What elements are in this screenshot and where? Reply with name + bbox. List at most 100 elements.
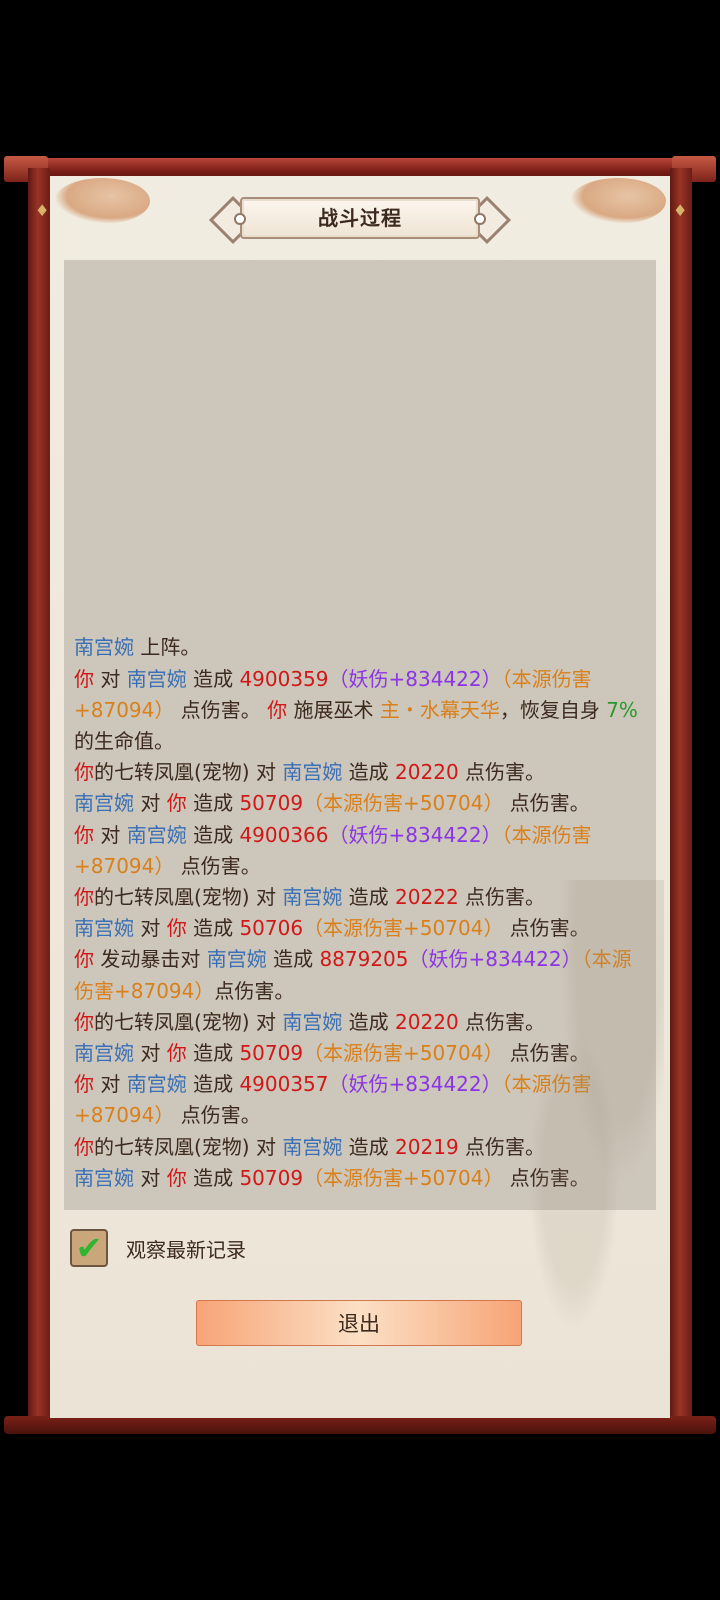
- log-entry: 南宫婉 上阵。: [74, 632, 646, 663]
- log-segment: 造成: [342, 1009, 396, 1034]
- battle-log-lines: 南宫婉 上阵。你 对 南宫婉 造成 4900359（妖伤+834422）（本源伤…: [74, 632, 646, 1194]
- log-segment: 你: [74, 1009, 94, 1034]
- log-segment: 造成: [186, 822, 240, 847]
- log-segment: 对: [134, 1040, 167, 1065]
- log-segment: 8879205: [319, 947, 409, 972]
- log-segment: 的七转凤凰(宠物) 对: [94, 1009, 283, 1034]
- log-segment: 造成: [186, 1040, 240, 1065]
- log-segment: 造成: [342, 1134, 396, 1159]
- log-segment: 南宫婉: [126, 666, 187, 691]
- log-entry: 南宫婉 对 你 造成 50709（本源伤害+50704） 点伤害。: [74, 1163, 646, 1194]
- log-segment: （妖伤+834422）: [408, 947, 582, 972]
- log-segment: 你: [74, 822, 94, 847]
- log-segment: （妖伤+834422）: [328, 666, 502, 691]
- log-segment: 南宫婉: [282, 1009, 343, 1034]
- log-segment: （本源伤害+50704）: [303, 1165, 504, 1190]
- log-segment: 你: [267, 697, 288, 722]
- log-segment: 4900366: [239, 822, 329, 847]
- log-segment: 发动暴击对: [94, 947, 207, 972]
- log-segment: 20220: [395, 1009, 459, 1034]
- log-segment: 南宫婉: [126, 822, 187, 847]
- log-segment: 南宫婉: [74, 635, 134, 660]
- frame-left-pillar: [28, 168, 50, 1424]
- log-entry: 南宫婉 对 你 造成 50706（本源伤害+50704） 点伤害。: [74, 913, 646, 944]
- frame-bottom-beam: [4, 1416, 716, 1434]
- log-segment: 点伤害。: [458, 1134, 546, 1159]
- log-segment: 20220: [395, 760, 459, 785]
- log-segment: 南宫婉: [74, 1165, 134, 1190]
- log-segment: 你: [166, 1165, 187, 1190]
- log-segment: 对: [94, 1072, 127, 1097]
- log-segment: 你: [74, 1072, 94, 1097]
- log-entry: 南宫婉 对 你 造成 50709（本源伤害+50704） 点伤害。: [74, 788, 646, 819]
- watch-latest-option[interactable]: ✔ 观察最新记录: [70, 1226, 246, 1270]
- log-segment: 点伤害。: [214, 978, 295, 1003]
- log-segment: 点伤害。: [174, 1103, 261, 1128]
- log-segment: （本源伤害+50704）: [303, 916, 504, 941]
- log-segment: ，恢复自身: [499, 697, 607, 722]
- log-segment: 造成: [186, 916, 240, 941]
- log-segment: 造成: [342, 760, 396, 785]
- log-entry: 你 对 南宫婉 造成 4900359（妖伤+834422）（本源伤害+87094…: [74, 664, 646, 758]
- log-segment: 20222: [395, 884, 459, 909]
- page-title: 战斗过程: [318, 206, 402, 230]
- log-segment: （本源伤害+50704）: [303, 1040, 504, 1065]
- log-segment: 的七转凤凰(宠物) 对: [94, 884, 283, 909]
- log-segment: 点伤害。: [174, 697, 268, 722]
- log-segment: 20219: [395, 1134, 459, 1159]
- log-segment: 上阵。: [134, 635, 201, 660]
- log-segment: 南宫婉: [74, 1040, 134, 1065]
- log-segment: （妖伤+834422）: [328, 822, 502, 847]
- log-entry: 你 发动暴击对 南宫婉 造成 8879205（妖伤+834422）（本源伤害+8…: [74, 944, 646, 1006]
- log-segment: 对: [134, 1165, 167, 1190]
- log-segment: 南宫婉: [74, 916, 134, 941]
- log-segment: 点伤害。: [174, 853, 261, 878]
- log-segment: 南宫婉: [282, 760, 343, 785]
- title-plate: 战斗过程: [208, 195, 512, 245]
- exit-button[interactable]: 退出: [196, 1300, 522, 1346]
- log-segment: 你: [74, 947, 94, 972]
- watch-latest-checkbox[interactable]: ✔: [70, 1229, 108, 1267]
- log-segment: 南宫婉: [126, 1072, 187, 1097]
- log-entry: 你 对 南宫婉 造成 4900357（妖伤+834422）（本源伤害+87094…: [74, 1069, 646, 1131]
- log-segment: 造成: [342, 884, 396, 909]
- log-segment: 7%: [606, 697, 638, 722]
- log-segment: 的生命值。: [74, 728, 174, 753]
- watch-latest-label: 观察最新记录: [126, 1237, 246, 1262]
- log-segment: 50709: [239, 1165, 304, 1190]
- log-entry: 你的七转凤凰(宠物) 对 南宫婉 造成 20222 点伤害。: [74, 882, 646, 913]
- log-segment: 4900357: [239, 1072, 329, 1097]
- battle-log[interactable]: 南宫婉 上阵。你 对 南宫婉 造成 4900359（妖伤+834422）（本源伤…: [64, 260, 656, 1210]
- log-segment: 对: [94, 666, 127, 691]
- log-segment: 对: [134, 916, 167, 941]
- log-segment: 的七转凤凰(宠物) 对: [94, 1134, 283, 1159]
- log-segment: 对: [134, 791, 167, 816]
- log-segment: 造成: [186, 1165, 240, 1190]
- log-segment: 南宫婉: [74, 791, 134, 816]
- log-segment: 点伤害。: [458, 1009, 546, 1034]
- log-segment: 点伤害。: [458, 884, 546, 909]
- checkmark-icon: ✔: [75, 1229, 103, 1267]
- log-segment: 点伤害。: [503, 791, 590, 816]
- log-segment: （妖伤+834422）: [328, 1072, 502, 1097]
- bell-icon: ♦: [673, 201, 688, 220]
- log-entry: 你的七转凤凰(宠物) 对 南宫婉 造成 20220 点伤害。: [74, 1007, 646, 1038]
- log-segment: 造成: [266, 947, 320, 972]
- log-segment: （本源伤害+50704）: [303, 791, 504, 816]
- log-segment: 南宫婉: [282, 1134, 343, 1159]
- log-segment: 50709: [239, 791, 304, 816]
- log-segment: 南宫婉: [282, 884, 343, 909]
- log-segment: 点伤害。: [503, 916, 590, 941]
- log-entry: 你的七转凤凰(宠物) 对 南宫婉 造成 20219 点伤害。: [74, 1132, 646, 1163]
- log-segment: 主・水幕天华: [379, 697, 500, 722]
- log-segment: 造成: [186, 791, 240, 816]
- log-segment: 50709: [239, 1040, 304, 1065]
- log-segment: 施展巫术: [287, 697, 380, 722]
- log-segment: 你: [74, 760, 94, 785]
- frame-right-pillar: [670, 168, 692, 1424]
- log-entry: 南宫婉 对 你 造成 50709（本源伤害+50704） 点伤害。: [74, 1038, 646, 1069]
- log-segment: 你: [166, 1040, 187, 1065]
- log-entry: 你的七转凤凰(宠物) 对 南宫婉 造成 20220 点伤害。: [74, 757, 646, 788]
- log-segment: 你: [74, 666, 94, 691]
- log-segment: 你: [166, 916, 187, 941]
